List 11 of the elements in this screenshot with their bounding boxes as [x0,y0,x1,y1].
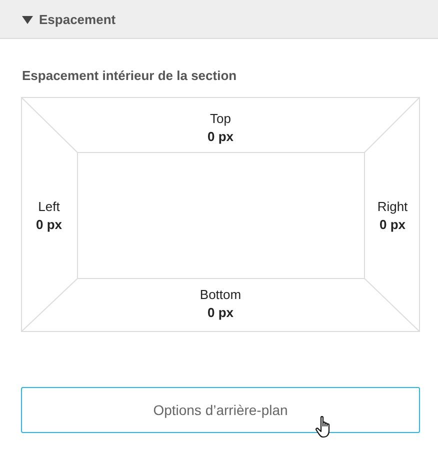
side-value[interactable]: 0 px [207,128,234,144]
side-label: Left [38,198,60,214]
side-value[interactable]: 0 px [36,216,62,232]
side-label: Right [377,198,408,214]
background-options-button[interactable]: Options d’arrière-plan [21,387,420,433]
side-value[interactable]: 0 px [379,216,406,232]
side-value[interactable]: 0 px [207,304,234,320]
section-label: Espacement intérieur de la section [22,68,238,84]
section-title[interactable]: Espacement [39,12,116,26]
side-label: Bottom [200,286,242,302]
side-label: Top [210,110,231,126]
